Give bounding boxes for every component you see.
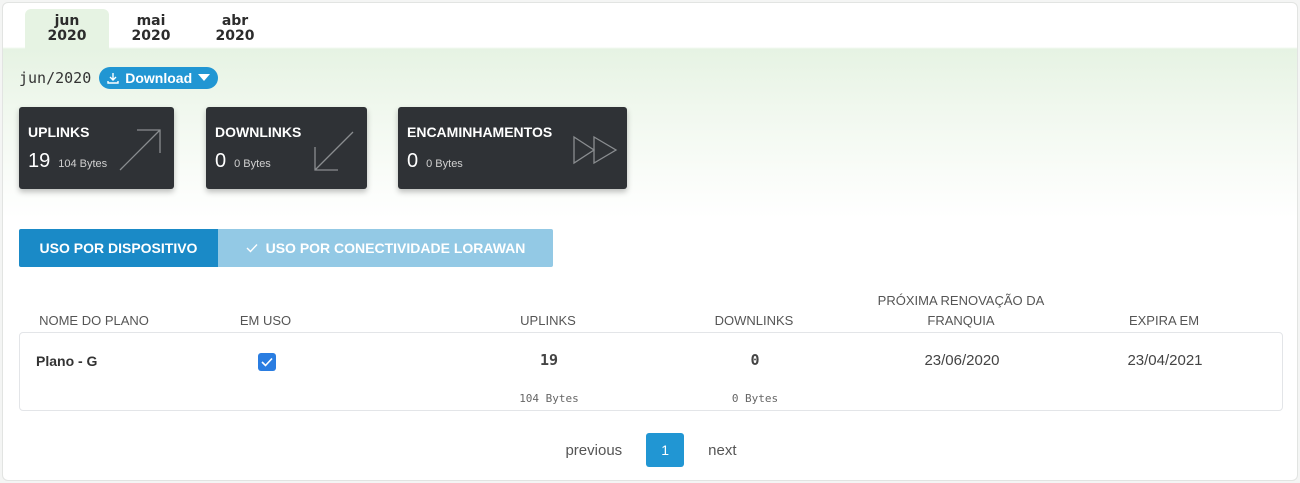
arrow-down-left-icon [314, 131, 354, 171]
header-in-use: EM USO [239, 313, 292, 328]
header-plan-name: NOME DO PLANO [39, 313, 149, 328]
tab-usage-by-lorawan[interactable]: USO POR CONECTIVIDADE LORAWAN [218, 229, 553, 267]
card-bytes: 104 Bytes [58, 158, 108, 170]
table-row: Plano - G 19 104 Bytes 0 0 Bytes 23/06/2… [19, 332, 1283, 411]
downlinks-count: 0 [750, 351, 760, 369]
uplinks-count: 19 [539, 351, 559, 369]
usage-view-toggle: USO POR DISPOSITIVO USO POR CONECTIVIDAD… [19, 229, 553, 267]
card-count: 0 [215, 150, 227, 172]
card-value: 0 0 Bytes [407, 150, 463, 173]
tab-label: USO POR CONECTIVIDADE LORAWAN [265, 240, 526, 256]
header-next-renewal: PRÓXIMA RENOVAÇÃO DA FRANQUIA [841, 291, 1081, 331]
previous-page-link[interactable]: previous [565, 442, 622, 459]
downlinks-bytes: 0 Bytes [731, 392, 779, 405]
download-button[interactable]: Download [99, 67, 219, 89]
tab-month: mai [136, 13, 166, 29]
header-uplinks: UPLINKS [520, 313, 576, 328]
tab-month: jun [54, 13, 80, 29]
next-page-link[interactable]: next [708, 442, 736, 459]
tab-abr-2020[interactable]: abr 2020 [193, 9, 277, 49]
tab-year: 2020 [47, 28, 87, 44]
card-count: 0 [407, 150, 419, 172]
uplinks-bytes: 104 Bytes [519, 392, 579, 405]
arrow-up-right-icon [119, 129, 161, 171]
period-label: jun/2020 [19, 69, 92, 87]
card-bytes: 0 Bytes [234, 158, 271, 170]
tab-year: 2020 [131, 28, 171, 44]
downlinks-card: DOWNLINKS 0 0 Bytes [206, 107, 367, 189]
card-count: 19 [28, 150, 51, 172]
download-label: Download [125, 70, 193, 86]
uplinks-card: UPLINKS 19 104 Bytes [19, 107, 174, 189]
plan-name: Plano - G [36, 353, 98, 369]
header-renewal-line1: PRÓXIMA RENOVAÇÃO DA [877, 293, 1045, 308]
check-icon [246, 244, 258, 253]
usage-panel: jun 2020 mai 2020 abr 2020 jun/2020 Down… [2, 2, 1298, 481]
expires-date: 23/04/2021 [1127, 352, 1203, 369]
card-title: UPLINKS [28, 124, 90, 140]
fast-forward-icon [573, 135, 618, 165]
forwards-card: ENCAMINHAMENTOS 0 0 Bytes [398, 107, 627, 189]
card-value: 0 0 Bytes [215, 150, 271, 173]
card-value: 19 104 Bytes [28, 150, 107, 173]
tab-jun-2020[interactable]: jun 2020 [25, 9, 109, 49]
pagination: previous 1 next [3, 433, 1297, 467]
card-title: DOWNLINKS [215, 124, 302, 140]
page-button-1[interactable]: 1 [646, 433, 685, 467]
tab-year: 2020 [215, 28, 255, 44]
header-renewal-line2: FRANQUIA [927, 313, 995, 328]
tab-month: abr [221, 13, 249, 29]
card-title: ENCAMINHAMENTOS [407, 124, 553, 140]
header-expires: EXPIRA EM [1128, 313, 1200, 328]
check-icon [261, 357, 273, 367]
period-row: jun/2020 Download [19, 67, 219, 89]
header-downlinks: DOWNLINKS [714, 313, 794, 328]
download-icon [107, 73, 119, 84]
in-use-checkbox[interactable] [258, 353, 276, 371]
card-bytes: 0 Bytes [426, 158, 463, 170]
tab-usage-by-device[interactable]: USO POR DISPOSITIVO [19, 229, 218, 267]
month-tabs: jun 2020 mai 2020 abr 2020 [25, 9, 277, 49]
tab-mai-2020[interactable]: mai 2020 [109, 9, 193, 49]
renewal-date: 23/06/2020 [924, 352, 1000, 369]
caret-down-icon [198, 74, 211, 81]
